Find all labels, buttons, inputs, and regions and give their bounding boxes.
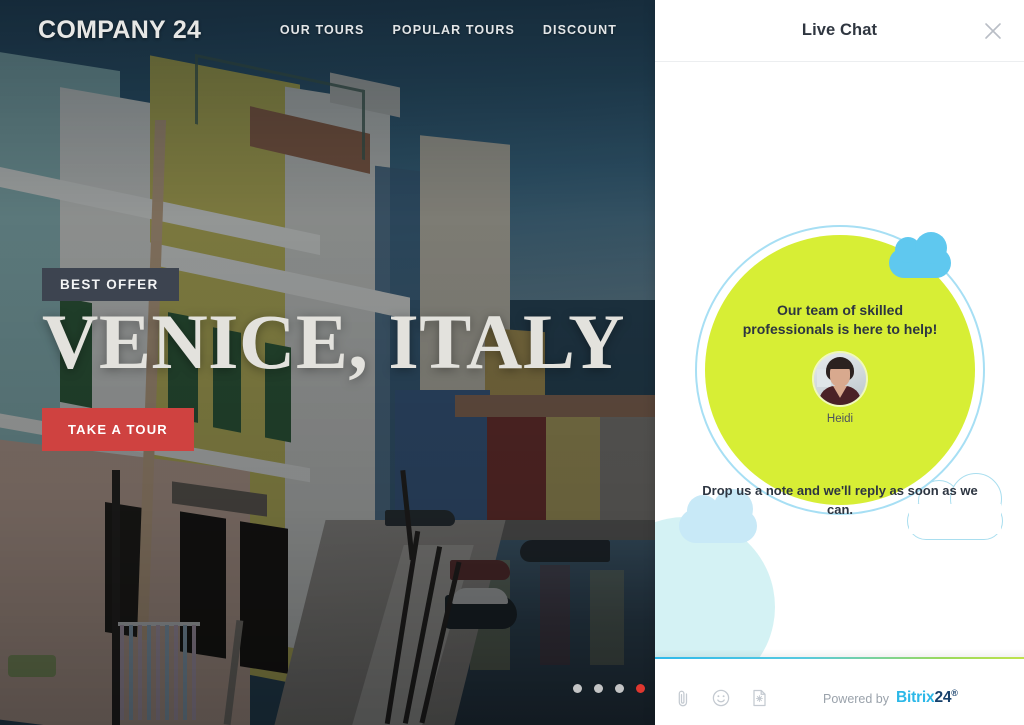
carousel-dots: [573, 684, 645, 693]
carousel-dot-2[interactable]: [594, 684, 603, 693]
avatar-fringe: [828, 359, 852, 369]
cloud-blue-icon: [889, 232, 951, 278]
emoji-icon[interactable]: [711, 688, 731, 708]
registered-mark-icon: ®: [951, 688, 958, 699]
chat-welcome-body: Our team of skilled professionals is her…: [655, 62, 1024, 657]
footer-gradient-rule: [655, 657, 1024, 659]
close-icon[interactable]: [980, 18, 1006, 44]
hero-title: VENICE, ITALY: [42, 298, 626, 385]
agent-name: Heidi: [826, 412, 854, 425]
welcome-headline: Our team of skilled professionals is her…: [742, 302, 938, 337]
nav-item-discount[interactable]: DISCOUNT: [543, 23, 617, 37]
nav-links: OUR TOURS POPULAR TOURS DISCOUNT: [280, 23, 625, 37]
hero-section: COMPANY 24 OUR TOURS POPULAR TOURS DISCO…: [0, 0, 655, 725]
site-logo[interactable]: COMPANY 24: [38, 16, 201, 45]
agent-avatar: [814, 352, 866, 405]
carousel-dot-4-active[interactable]: [636, 684, 645, 693]
document-icon[interactable]: [749, 688, 769, 708]
best-offer-badge: BEST OFFER: [42, 268, 179, 301]
page-root: COMPANY 24 OUR TOURS POPULAR TOURS DISCO…: [0, 0, 1024, 725]
carousel-dot-3[interactable]: [615, 684, 624, 693]
brand-part-24: 24: [934, 689, 952, 707]
footer-icon-group: [673, 688, 769, 708]
hero-content: BEST OFFER VENICE, ITALY TAKE A TOUR: [42, 268, 625, 451]
drop-note-text: Drop us a note and we'll reply as soon a…: [702, 483, 978, 517]
chat-header: Live Chat: [655, 0, 1024, 62]
live-chat-panel: Live Chat Our team of skilled profession…: [655, 0, 1024, 725]
nav-item-popular-tours[interactable]: POPULAR TOURS: [393, 23, 515, 37]
attachment-icon[interactable]: [673, 688, 693, 708]
brand-part-bitrix: Bitrix: [896, 689, 935, 707]
chat-footer: Powered by Bitrix24®: [655, 649, 1024, 725]
nav-item-our-tours[interactable]: OUR TOURS: [280, 23, 365, 37]
carousel-dot-1[interactable]: [573, 684, 582, 693]
site-navbar: COMPANY 24 OUR TOURS POPULAR TOURS DISCO…: [0, 0, 655, 60]
footer-shadow: [655, 649, 1024, 657]
powered-by-block: Powered by Bitrix24®: [823, 688, 958, 707]
chat-title: Live Chat: [801, 21, 878, 39]
take-a-tour-button[interactable]: TAKE A TOUR: [42, 407, 194, 451]
footer-row: Powered by Bitrix24®: [655, 671, 1024, 725]
powered-by-label: Powered by: [823, 691, 890, 706]
bitrix24-logo[interactable]: Bitrix24®: [896, 688, 958, 707]
